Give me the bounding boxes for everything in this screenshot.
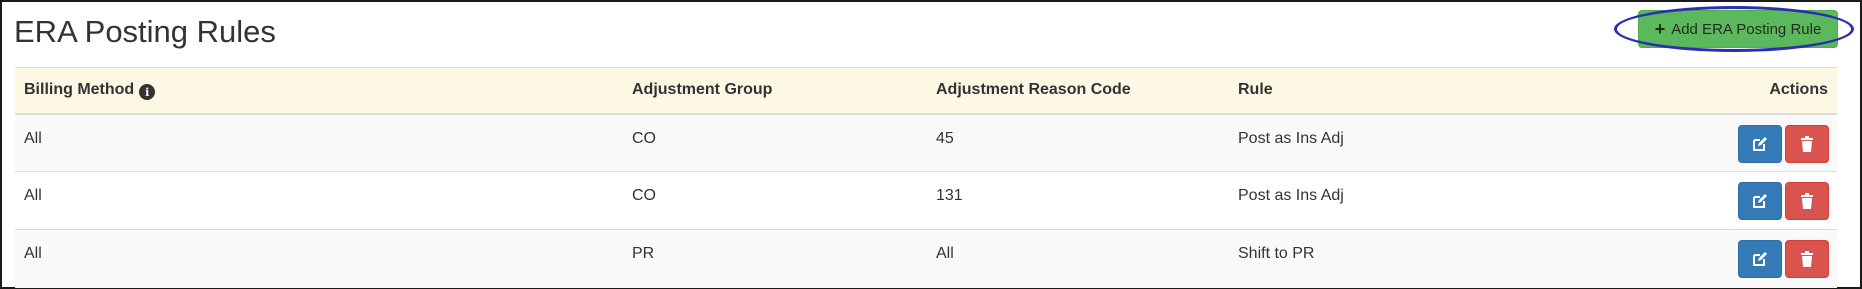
plus-icon: + bbox=[1654, 19, 1666, 39]
add-era-posting-rule-button[interactable]: + Add ERA Posting Rule bbox=[1638, 10, 1838, 48]
table-header-row: Billing Method i Adjustment Group Adjustm… bbox=[15, 67, 1837, 115]
trash-icon bbox=[1801, 251, 1813, 267]
cell-rule: Post as Ins Adj bbox=[1229, 113, 1649, 172]
trash-icon bbox=[1801, 135, 1813, 152]
cell-actions bbox=[1649, 171, 1837, 230]
cell-adjustment-reason-code: 45 bbox=[927, 113, 1229, 172]
cell-adjustment-group: CO bbox=[623, 171, 927, 230]
page-title: ERA Posting Rules bbox=[14, 14, 276, 49]
cell-rule: Shift to PR bbox=[1229, 229, 1649, 288]
edit-button[interactable] bbox=[1738, 182, 1782, 220]
cell-billing-method: All bbox=[15, 171, 623, 230]
header-billing-method-label: Billing Method bbox=[24, 80, 135, 98]
cell-rule: Post as Ins Adj bbox=[1229, 171, 1649, 230]
header-actions: Actions bbox=[1649, 67, 1837, 115]
cell-adjustment-reason-code: 131 bbox=[927, 171, 1229, 230]
table-row: All CO 45 Post as Ins Adj bbox=[15, 113, 1837, 172]
add-button-label: Add ERA Posting Rule bbox=[1671, 20, 1822, 38]
cell-actions bbox=[1649, 229, 1837, 288]
table-row: All CO 131 Post as Ins Adj bbox=[15, 171, 1837, 230]
edit-button[interactable] bbox=[1738, 124, 1782, 163]
edit-button[interactable] bbox=[1738, 240, 1782, 278]
header-adjustment-reason-code: Adjustment Reason Code bbox=[927, 67, 1229, 115]
era-posting-rules-table: Billing Method i Adjustment Group Adjustm… bbox=[15, 67, 1837, 288]
info-icon[interactable]: i bbox=[139, 84, 156, 100]
trash-icon bbox=[1801, 193, 1813, 209]
edit-icon bbox=[1753, 136, 1767, 151]
header-adjustment-group: Adjustment Group bbox=[623, 67, 927, 115]
cell-adjustment-group: CO bbox=[623, 113, 927, 172]
page-frame: ERA Posting Rules + Add ERA Posting Rule… bbox=[0, 0, 1862, 289]
cell-adjustment-group: PR bbox=[623, 229, 927, 288]
edit-icon bbox=[1753, 194, 1767, 208]
delete-button[interactable] bbox=[1785, 182, 1829, 220]
edit-icon bbox=[1753, 252, 1767, 266]
cell-billing-method: All bbox=[15, 113, 623, 172]
cell-actions bbox=[1649, 113, 1837, 172]
header-billing-method: Billing Method i bbox=[15, 67, 623, 115]
header-rule: Rule bbox=[1229, 67, 1649, 115]
delete-button[interactable] bbox=[1785, 240, 1829, 278]
cell-adjustment-reason-code: All bbox=[927, 229, 1229, 288]
delete-button[interactable] bbox=[1785, 124, 1829, 163]
cell-billing-method: All bbox=[15, 229, 623, 288]
table-row: All PR All Shift to PR bbox=[15, 229, 1837, 288]
